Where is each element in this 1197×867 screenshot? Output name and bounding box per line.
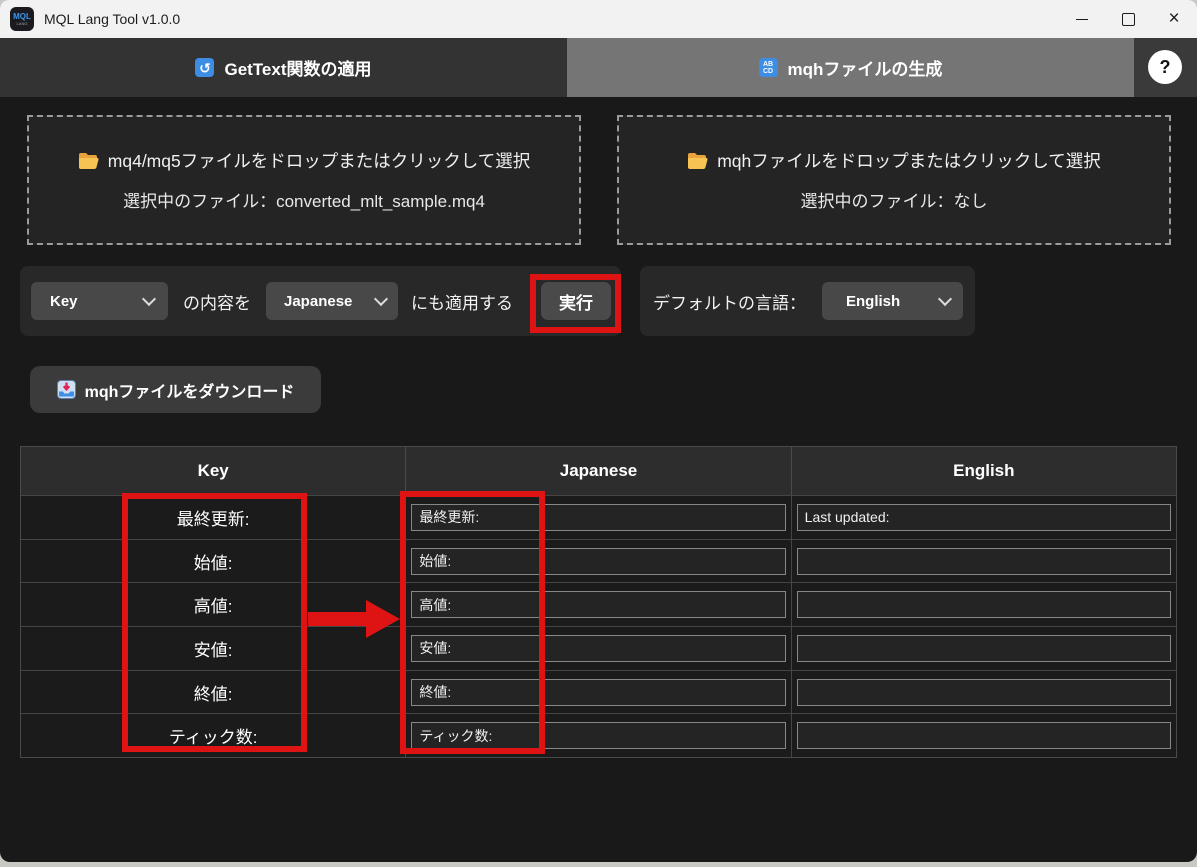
- source-column-select[interactable]: Key: [31, 282, 168, 320]
- tab-mqh-generate[interactable]: AB CD mqhファイルの生成: [567, 38, 1134, 97]
- english-input[interactable]: [797, 722, 1171, 749]
- main-window: MQL LANG MQL Lang Tool v1.0.0 × ↺ GetTex: [0, 0, 1197, 862]
- window-title: MQL Lang Tool v1.0.0: [44, 11, 180, 27]
- english-input[interactable]: [797, 635, 1171, 662]
- table-row: 始値:: [21, 539, 1176, 583]
- abcd-icon: AB CD: [759, 58, 778, 77]
- tab-bar: ↺ GetText関数の適用 AB CD mqhファイルの生成 ?: [0, 38, 1197, 97]
- key-text: ティック数:: [169, 723, 258, 748]
- dropzone-mq4[interactable]: mq4/mq5ファイルをドロップまたはクリックして選択 選択中のファイル：con…: [27, 115, 581, 245]
- english-input[interactable]: [797, 504, 1171, 531]
- close-button[interactable]: ×: [1151, 0, 1197, 38]
- taskbar-edge: [0, 862, 1197, 867]
- execute-button[interactable]: 実行: [541, 282, 611, 320]
- dropzone-mq4-selected-file: 選択中のファイル：converted_mlt_sample.mq4: [123, 187, 485, 212]
- default-language-select[interactable]: English: [822, 282, 963, 320]
- dropzone-mq4-prompt: mq4/mq5ファイルをドロップまたはクリックして選択: [78, 148, 530, 173]
- app-logo-subtext: LANG: [17, 22, 28, 26]
- key-cell: 最終更新:: [21, 496, 406, 539]
- table-row: 安値:: [21, 626, 1176, 670]
- app-logo-icon: MQL LANG: [10, 7, 34, 31]
- tab-gettext-label: GetText関数の適用: [224, 55, 371, 80]
- folder-icon: [78, 152, 99, 170]
- translation-table: Key Japanese English 最終更新: 始値: 高値: 安値:: [20, 446, 1177, 758]
- table-header-row: Key Japanese English: [21, 447, 1176, 495]
- chevron-down-icon: [938, 291, 952, 305]
- japanese-cell: [406, 540, 791, 583]
- japanese-input[interactable]: [411, 679, 785, 706]
- titlebar: MQL LANG MQL Lang Tool v1.0.0 ×: [0, 0, 1197, 38]
- english-cell: [792, 540, 1176, 583]
- japanese-cell: [406, 583, 791, 626]
- folder-icon: [687, 152, 708, 170]
- dropzone-mqh-selected-file: 選択中のファイル：なし: [801, 187, 988, 212]
- english-cell: [792, 714, 1176, 757]
- japanese-input[interactable]: [411, 635, 785, 662]
- maximize-button[interactable]: [1105, 0, 1151, 38]
- japanese-input[interactable]: [411, 722, 785, 749]
- english-input[interactable]: [797, 679, 1171, 706]
- help-zone: ?: [1134, 38, 1197, 97]
- help-button[interactable]: ?: [1148, 50, 1182, 84]
- tab-mqh-label: mqhファイルの生成: [788, 55, 943, 80]
- key-cell: 終値:: [21, 671, 406, 714]
- table-row: 高値:: [21, 582, 1176, 626]
- header-key: Key: [21, 447, 406, 495]
- english-input[interactable]: [797, 548, 1171, 575]
- dropzone-mqh[interactable]: mqhファイルをドロップまたはクリックして選択 選択中のファイル：なし: [617, 115, 1171, 245]
- window-controls: ×: [1059, 0, 1197, 38]
- japanese-input[interactable]: [411, 504, 785, 531]
- key-text: 高値:: [194, 592, 233, 617]
- target-language-select[interactable]: Japanese: [266, 282, 398, 320]
- default-language-panel: デフォルトの言語： English: [640, 266, 975, 336]
- table-row: ティック数:: [21, 713, 1176, 757]
- apply-suffix-text: にも適用する: [411, 266, 513, 336]
- key-text: 終値:: [194, 680, 233, 705]
- japanese-input[interactable]: [411, 548, 785, 575]
- chevron-down-icon: [142, 291, 156, 305]
- key-cell: 安値:: [21, 627, 406, 670]
- download-mqh-button[interactable]: mqhファイルをダウンロード: [30, 366, 321, 413]
- japanese-cell: [406, 496, 791, 539]
- english-cell: [792, 671, 1176, 714]
- key-cell: 始値:: [21, 540, 406, 583]
- japanese-cell: [406, 671, 791, 714]
- app-logo-text: MQL: [13, 13, 31, 21]
- english-cell: [792, 583, 1176, 626]
- english-cell: [792, 627, 1176, 670]
- key-text: 始値:: [194, 549, 233, 574]
- key-cell: ティック数:: [21, 714, 406, 757]
- japanese-cell: [406, 714, 791, 757]
- key-text: 最終更新:: [177, 505, 250, 530]
- japanese-input[interactable]: [411, 591, 785, 618]
- app-window: MQL LANG MQL Lang Tool v1.0.0 × ↺ GetTex: [0, 0, 1197, 867]
- header-japanese: Japanese: [406, 447, 791, 495]
- tab-gettext-apply[interactable]: ↺ GetText関数の適用: [0, 38, 567, 97]
- english-input[interactable]: [797, 591, 1171, 618]
- minimize-button[interactable]: [1059, 0, 1105, 38]
- japanese-cell: [406, 627, 791, 670]
- maximize-icon: [1122, 13, 1135, 26]
- dropzone-mqh-prompt: mqhファイルをドロップまたはクリックして選択: [687, 148, 1101, 173]
- key-cell: 高値:: [21, 583, 406, 626]
- table-row: 終値:: [21, 670, 1176, 714]
- download-inbox-icon: [57, 380, 76, 399]
- table-row: 最終更新:: [21, 495, 1176, 539]
- chevron-down-icon: [374, 291, 388, 305]
- default-language-label: デフォルトの言語：: [653, 266, 806, 336]
- key-text: 安値:: [194, 636, 233, 661]
- apply-middle-text: の内容を: [183, 266, 251, 336]
- refresh-icon: ↺: [195, 58, 214, 77]
- minimize-icon: [1076, 19, 1088, 20]
- header-english: English: [792, 447, 1176, 495]
- apply-panel: Key の内容を Japanese にも適用する 実行: [20, 266, 621, 336]
- english-cell: [792, 496, 1176, 539]
- download-button-label: mqhファイルをダウンロード: [85, 378, 295, 402]
